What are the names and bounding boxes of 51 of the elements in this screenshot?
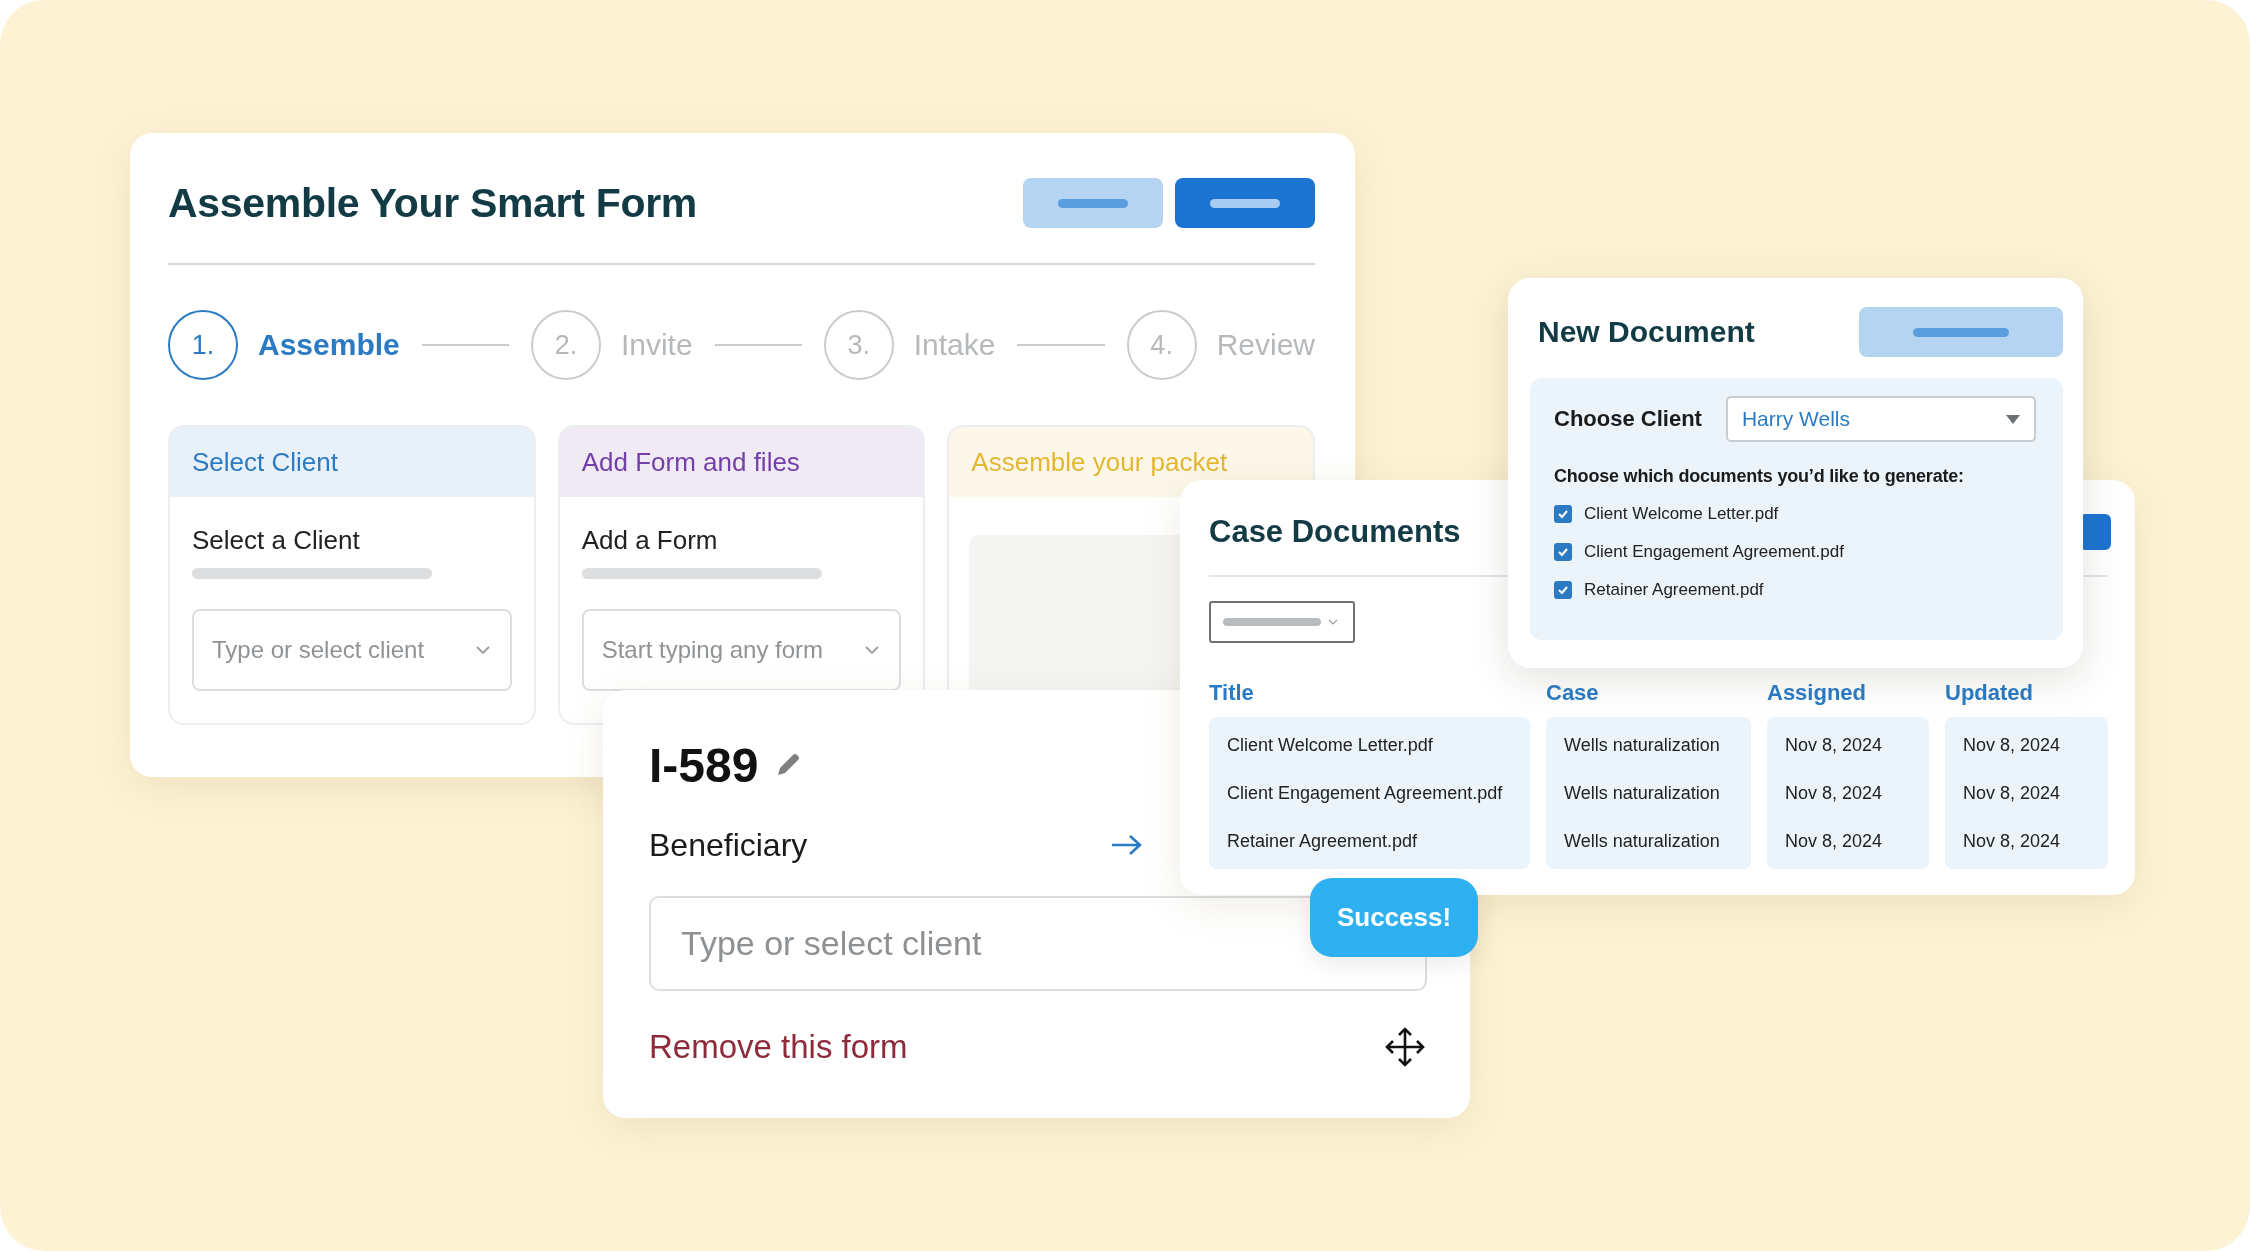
- checkmark-icon: [1557, 584, 1569, 596]
- form-title: I-589: [649, 737, 759, 793]
- step-number: 4.: [1126, 310, 1197, 380]
- dropdown-icon: [2005, 414, 2020, 424]
- checkmark-icon: [1557, 546, 1569, 558]
- checkbox[interactable]: [1554, 543, 1572, 561]
- panel-title: Add Form and files: [581, 446, 800, 478]
- table-cell-text: Wells naturalization: [1564, 782, 1721, 805]
- card-title: Case Documents: [1209, 513, 1461, 550]
- document-name: Retainer Agreement.pdf: [1584, 580, 1764, 600]
- table-cell-text: Nov 8, 2024: [1963, 734, 2062, 757]
- arrow-right-icon[interactable]: [1110, 833, 1144, 857]
- table-cell-text: Nov 8, 2024: [1963, 782, 2062, 805]
- table-cell-text: Retainer Agreement.pdf: [1227, 830, 1419, 853]
- table-cell-text: Wells naturalization: [1564, 734, 1721, 757]
- field-label: Add a Form: [581, 525, 719, 556]
- table-cell-text: Nov 8, 2024: [1785, 782, 1884, 805]
- table-cell-text: Wells naturalization: [1564, 830, 1721, 853]
- step-number: 2.: [530, 310, 601, 380]
- field-label: Select a Client: [192, 525, 361, 556]
- card-title: Assemble Your Smart Form: [168, 179, 697, 227]
- field-label: Choose Client: [1554, 406, 1702, 432]
- checkbox[interactable]: [1554, 581, 1572, 599]
- table-cell-text: Nov 8, 2024: [1785, 734, 1884, 757]
- step-number: 1.: [168, 310, 238, 380]
- panel-title: Select Client: [192, 446, 338, 478]
- success-toast: Success!: [1310, 878, 1478, 957]
- checkmark-icon: [1557, 508, 1569, 520]
- table-cell-text: Nov 8, 2024: [1963, 830, 2062, 853]
- client-select[interactable]: Harry Wells: [1725, 396, 2036, 442]
- card-title: New Document: [1538, 315, 1755, 349]
- field-label: Beneficiary: [649, 826, 808, 864]
- table-cell-text: Nov 8, 2024: [1785, 830, 1884, 853]
- column-header[interactable]: Updated: [1945, 669, 2108, 717]
- primary-button[interactable]: [1175, 178, 1315, 228]
- checkbox[interactable]: [1554, 505, 1572, 523]
- step-label[interactable]: Assemble: [258, 328, 400, 362]
- column-header[interactable]: Title: [1209, 669, 1530, 717]
- column-header[interactable]: Assigned: [1767, 669, 1929, 717]
- document-name: Client Engagement Agreement.pdf: [1584, 542, 1844, 562]
- move-icon[interactable]: [1383, 1025, 1427, 1069]
- panel-title: Assemble your packet: [971, 446, 1228, 478]
- step-number: 3.: [823, 310, 894, 380]
- column-header[interactable]: Case: [1546, 669, 1751, 717]
- document-name: Client Welcome Letter.pdf: [1584, 504, 1779, 524]
- remove-link[interactable]: Remove this form: [649, 1028, 908, 1066]
- select-field[interactable]: Type or select client: [192, 609, 512, 691]
- table-cell-text: Client Engagement Agreement.pdf: [1227, 782, 1504, 805]
- prompt-text: Choose which documents you’d like to generate:: [1554, 466, 1965, 487]
- filter-button[interactable]: [1209, 601, 1355, 643]
- table-cell-text: Client Welcome Letter.pdf: [1227, 734, 1434, 757]
